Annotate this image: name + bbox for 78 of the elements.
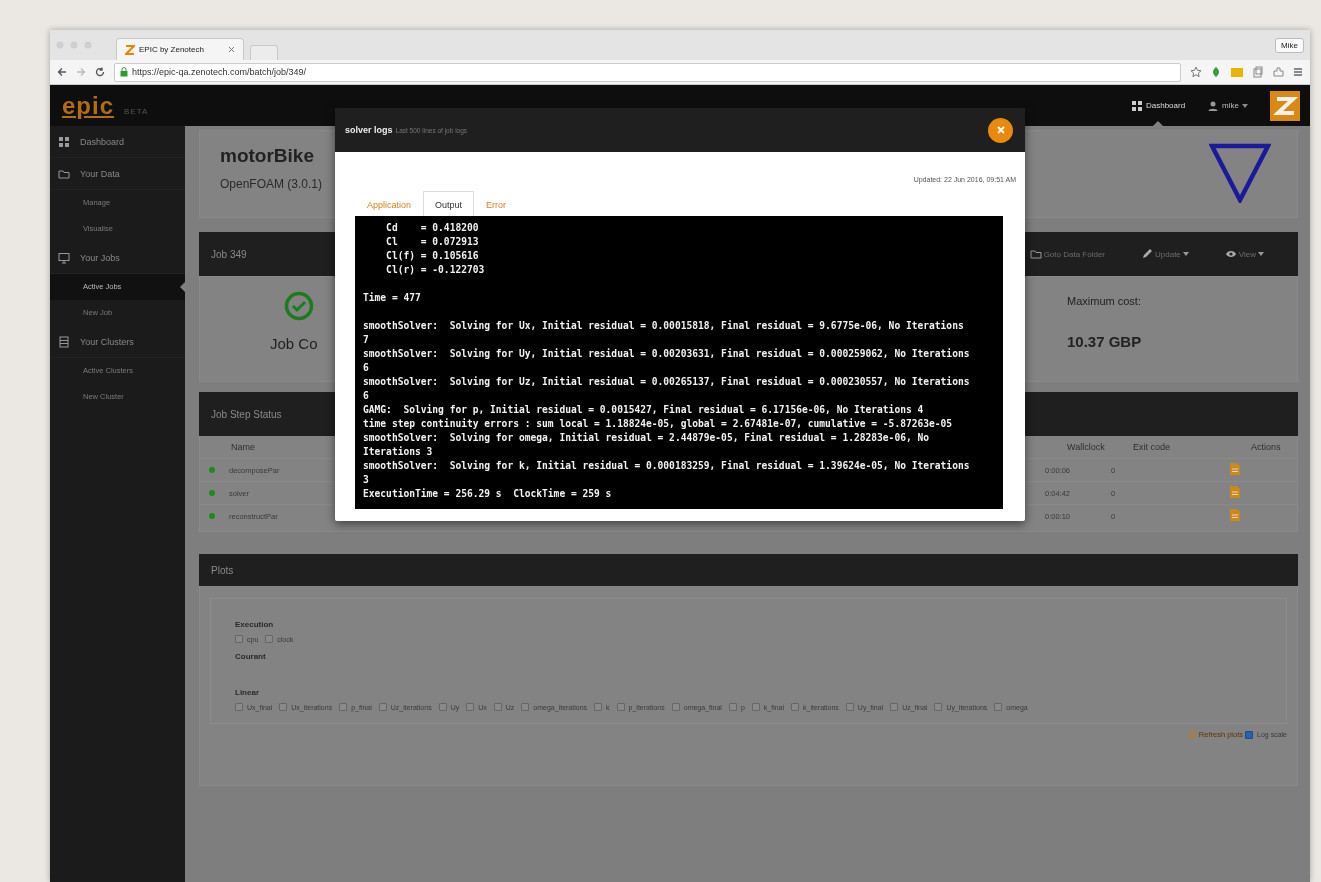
project-subtitle: OpenFOAM (3.0.1) — [220, 177, 323, 191]
beta-label: BETA — [124, 106, 149, 116]
new-tab-button[interactable] — [250, 45, 278, 60]
log-line: smoothSolver: Solving for Ux, Initial residual = 0.00015818, Final residual = 9.6775e-06, No Iterations — [363, 320, 964, 331]
close-icon — [996, 126, 1005, 134]
log-tab[interactable]: Application — [355, 191, 424, 216]
log-line: Time = 477 — [363, 292, 421, 303]
app-logo[interactable]: epic — [62, 93, 115, 118]
document-icon[interactable] — [1229, 485, 1241, 499]
nav-link[interactable]: mike — [1207, 85, 1248, 126]
log-line: Cd = 0.418200 — [385, 222, 479, 233]
project-title: motorBike — [220, 145, 314, 167]
document-icon[interactable] — [1229, 508, 1241, 522]
plots-title: Plots — [211, 564, 234, 576]
log-line: smoothSolver: Solving for Uz, Initial residual = 0.00265137, Final residual = 0.000230557, No Iterations — [363, 376, 970, 387]
check-circle-icon — [284, 291, 314, 321]
leaf-icon — [1211, 66, 1221, 78]
group-label: Linear — [235, 688, 259, 697]
address-field[interactable]: https://epic-qa.zenotech.com/batch/job/349/ — [114, 62, 1181, 82]
refresh-icon — [1187, 730, 1197, 739]
star-icon — [1190, 66, 1202, 78]
column-header: Name — [231, 442, 255, 452]
cost-value: 10.37 GBP — [1067, 333, 1143, 350]
log-line: 6 — [363, 390, 369, 401]
log-line: Cl(r) = -0.122703 — [385, 264, 485, 275]
close-icon — [228, 46, 235, 53]
profile-button[interactable]: Mike — [1275, 37, 1304, 53]
grid-icon — [1130, 99, 1143, 112]
steps-title: Job Step Status — [211, 408, 282, 420]
lock-icon — [120, 67, 128, 77]
copy-icon — [1253, 66, 1263, 78]
nav-link[interactable]: Dashboard — [1130, 85, 1186, 126]
job-status-text: Job Co — [270, 335, 318, 352]
close-button[interactable] — [988, 117, 1013, 143]
caret-icon — [1242, 103, 1248, 108]
caret-icon — [1258, 252, 1264, 256]
caret-icon — [1182, 252, 1189, 256]
job-action-link[interactable]: Goto Data Folder — [1029, 248, 1105, 260]
monitor-icon — [58, 251, 70, 264]
log-line: Cl = 0.072913 — [385, 236, 479, 247]
back-icon — [57, 67, 67, 77]
log-line: 6 — [363, 362, 369, 373]
log-line: ExecutionTime = 256.29 s ClockTime = 259 s — [363, 488, 612, 499]
group-label: Courant — [235, 652, 266, 661]
eye-icon — [1224, 248, 1237, 260]
log-line: smoothSolver: Solving for k, Initial residual = 0.000183259, Final residual = 1.39624e-05, No Iterations — [363, 460, 970, 471]
job-action-link[interactable]: View — [1224, 248, 1264, 260]
column-header: Wallclock — [1067, 442, 1105, 452]
browser-tab[interactable]: EPIC by Zenotech — [116, 38, 244, 60]
log-line: smoothSolver: Solving for omega, Initial residual = 2.44879e-05, Final residual = 1.28283e-06, No — [363, 432, 930, 443]
user-icon — [1207, 99, 1220, 112]
menu-icon — [1293, 67, 1303, 77]
triangle-logo-icon — [1209, 143, 1271, 203]
job-action-link[interactable]: Update — [1141, 248, 1189, 260]
log-line: GAMG: Solving for p, Initial residual = 0.0015427, Final residual = 6.17156e-06, No Iterations 4 — [363, 404, 924, 415]
log-line: Cl(f) = 0.105616 — [385, 250, 479, 261]
job-title: Job 349 — [211, 248, 247, 260]
pencil-icon — [1141, 248, 1153, 260]
log-line: 7 — [363, 334, 369, 345]
forward-icon — [76, 67, 86, 77]
document-icon[interactable] — [1229, 462, 1241, 476]
log-line: Iterations 3 — [363, 446, 433, 457]
column-header: Exit code — [1133, 442, 1171, 452]
zenotech-logo-icon — [125, 44, 135, 55]
reload-icon — [95, 67, 105, 77]
dialog-title: solver logs — [345, 125, 393, 135]
grid-icon — [58, 135, 70, 148]
log-tab[interactable]: Output — [423, 191, 475, 216]
log-tab[interactable]: Error — [474, 191, 519, 216]
group-label: Execution — [235, 620, 274, 629]
log-line: 3 — [363, 474, 369, 485]
server-icon — [58, 335, 70, 348]
cost-label: Maximum cost: — [1067, 295, 1142, 307]
column-header: Actions — [1251, 442, 1281, 452]
extension-icon — [1272, 66, 1284, 78]
log-line: smoothSolver: Solving for Uy, Initial residual = 0.00203631, Final residual = 0.000259062, No Iterations — [363, 348, 970, 359]
log-line: time step continuity errors : sum local = 1.18824e-05, global = 2.67481e-07, cumulative = -5.87263e-05 — [363, 418, 953, 429]
z-logo-icon — [1270, 90, 1300, 121]
